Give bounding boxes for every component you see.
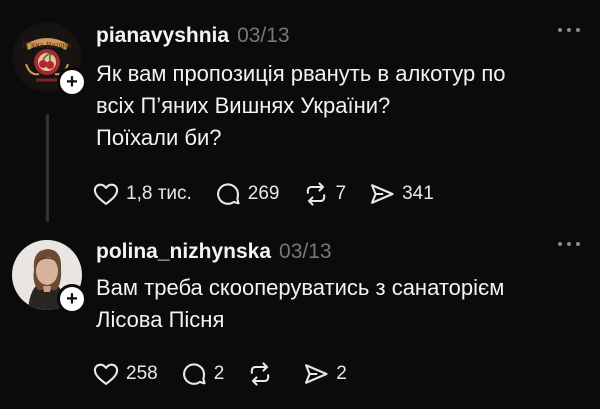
like-button[interactable]: 1,8 тис.	[92, 180, 192, 208]
post-text: Вам треба скооперуватись з санаторієм Лі…	[96, 272, 586, 336]
like-button[interactable]: 258	[92, 360, 158, 388]
comment-count: 2	[213, 363, 225, 384]
post-text: Як вам пропозиція рвануть в алкотур по в…	[96, 58, 586, 154]
comment-button[interactable]: 269	[214, 180, 280, 208]
repost-icon	[306, 182, 325, 206]
plus-icon: +	[66, 288, 78, 310]
svg-text:Пʼяна Вишня: Пʼяна Вишня	[22, 42, 72, 50]
share-icon	[371, 184, 394, 204]
follow-button[interactable]: +	[60, 287, 84, 311]
post-text-line: Поїхали би?	[96, 125, 222, 150]
post-date: 03/13	[237, 24, 290, 47]
like-count: 258	[126, 363, 158, 384]
repost-button[interactable]: 7	[302, 180, 347, 208]
share-count: 341	[402, 183, 434, 204]
more-icon[interactable]	[558, 242, 580, 246]
heart-icon	[93, 183, 119, 205]
comment-icon	[216, 183, 240, 205]
post-text-line: Як вам пропозиція рвануть в алкотур по	[96, 61, 506, 86]
share-icon	[305, 364, 328, 384]
action-bar: 1,8 тис. 269 7 341	[92, 178, 456, 210]
post-date: 03/13	[279, 240, 332, 263]
post-header: polina_nizhynska 03/13	[96, 240, 332, 268]
share-button[interactable]: 2	[302, 360, 347, 388]
thread-post: + polina_nizhynska 03/13 Вам треба скооп…	[0, 232, 600, 409]
repost-icon	[251, 362, 270, 386]
plus-icon: +	[66, 71, 78, 93]
follow-button[interactable]: +	[60, 70, 84, 94]
like-count: 1,8 тис.	[126, 183, 192, 204]
comment-count: 269	[247, 183, 280, 204]
share-count: 2	[336, 363, 347, 384]
post-header: pianavyshnia 03/13	[96, 24, 290, 52]
post-text-line: всіх П’яних Вишнях України?	[96, 93, 391, 118]
repost-button[interactable]	[246, 360, 280, 388]
comment-button[interactable]: 2	[180, 360, 225, 388]
repost-count: 7	[335, 183, 347, 204]
username[interactable]: pianavyshnia	[96, 24, 229, 48]
action-bar: 258 2 2	[92, 358, 369, 390]
thread-post: Пʼяна Вишня + pianavyshnia 03/13 Як вам …	[0, 0, 600, 232]
comment-icon	[182, 363, 206, 385]
thread-line	[46, 114, 49, 222]
share-button[interactable]: 341	[368, 180, 434, 208]
more-icon[interactable]	[558, 28, 580, 32]
heart-icon	[93, 363, 119, 385]
post-text-line: Вам треба скооперуватись з санаторієм	[96, 275, 505, 300]
post-text-line: Лісова Пісня	[96, 307, 225, 332]
username[interactable]: polina_nizhynska	[96, 240, 271, 264]
